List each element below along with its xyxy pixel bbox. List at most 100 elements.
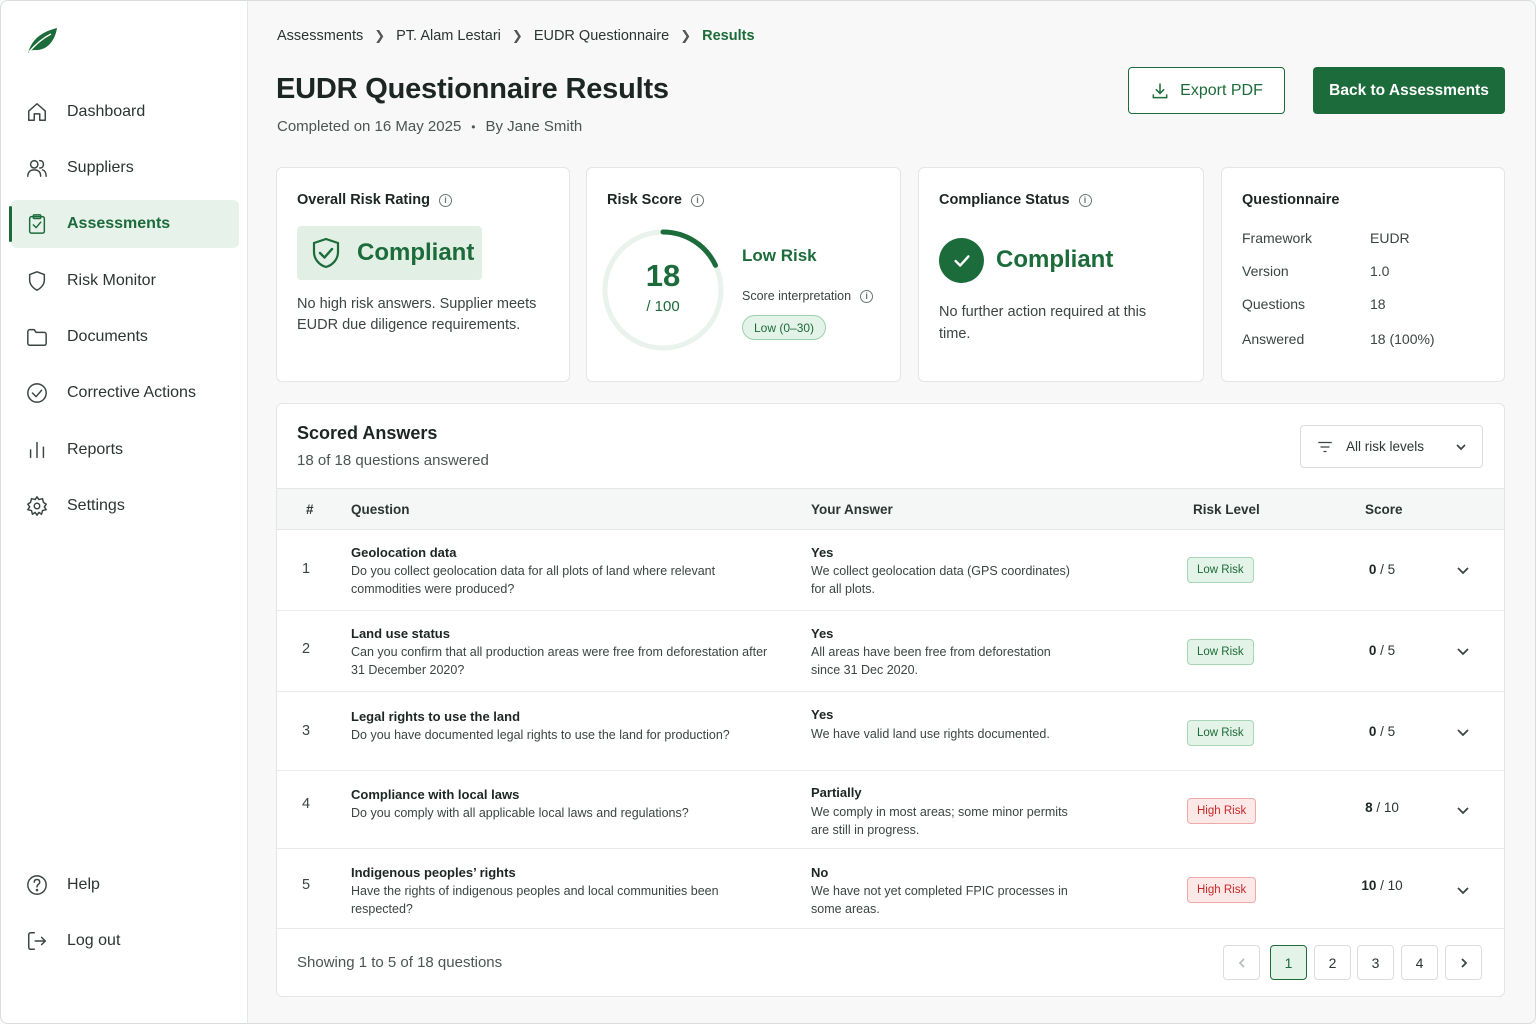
sidebar-item-settings[interactable]: Settings (11, 482, 239, 530)
row-value: 1.0 (1370, 263, 1390, 279)
score-max: / 5 (1376, 643, 1396, 658)
row-value: 18 (100%) (1370, 331, 1435, 347)
row-value: EUDR (1370, 230, 1410, 246)
info-icon[interactable]: i (1078, 193, 1092, 207)
score-cell: 10 / 10 (1337, 878, 1427, 893)
overall-risk-title: Overall Risk Rating i (297, 192, 452, 208)
table-row[interactable]: 2 Land use status Can you confirm that a… (277, 611, 1504, 692)
separator-dot: • (471, 119, 476, 134)
chevron-down-icon[interactable] (1456, 563, 1470, 577)
question-description: Have the rights of indigenous peoples an… (351, 884, 719, 916)
compliance-description: No further action required at this time. (939, 304, 1147, 342)
chevron-down-icon (1456, 443, 1466, 450)
home-icon (25, 100, 49, 124)
info-icon[interactable]: i (860, 289, 874, 303)
chevron-down-icon[interactable] (1456, 644, 1470, 658)
sidebar: Dashboard Suppliers Assessments Risk Mon… (1, 1, 248, 1023)
compliance-status-title: Compliance Status i (939, 192, 1092, 208)
info-icon[interactable]: i (438, 193, 452, 207)
sidebar-item-label: Corrective Actions (67, 384, 196, 401)
page-subtitle: Completed on 16 May 2025 • By Jane Smith (277, 118, 582, 135)
pagination-page-1[interactable]: 1 (1270, 945, 1307, 980)
question-description: Do you have documented legal rights to u… (351, 728, 730, 742)
overall-description: No high risk answers. Supplier meets EUD… (297, 296, 537, 333)
table-row[interactable]: 1 Geolocation data Do you collect geoloc… (277, 530, 1504, 611)
sidebar-item-documents[interactable]: Documents (11, 313, 239, 361)
score-cell: 0 / 5 (1337, 724, 1427, 739)
sidebar-item-logout[interactable]: Log out (11, 917, 239, 965)
score-value: 10 (1361, 878, 1377, 893)
chevron-down-icon[interactable] (1456, 803, 1470, 817)
column-header-risk-level: Risk Level (1193, 502, 1260, 517)
download-icon (1152, 83, 1168, 98)
table-row[interactable]: 3 Legal rights to use the land Do you ha… (277, 692, 1504, 771)
column-header-question: Question (351, 502, 410, 517)
shield-check-icon (312, 237, 340, 269)
score-cell: 0 / 5 (1337, 562, 1427, 577)
pagination-page-2[interactable]: 2 (1314, 945, 1351, 980)
pagination-page-3[interactable]: 3 (1357, 945, 1394, 980)
help-icon (25, 873, 49, 897)
question-description: Do you comply with all applicable local … (351, 806, 689, 820)
row-key: Framework (1242, 230, 1313, 246)
overall-status: Compliant (357, 239, 475, 266)
completed-date: Completed on 16 May 2025 (277, 118, 462, 135)
page-title: EUDR Questionnaire Results (276, 73, 669, 105)
clipboard-check-icon (25, 212, 49, 236)
export-pdf-button[interactable]: Export PDF (1128, 67, 1285, 114)
breadcrumb: Assessments ❯ PT. Alam Lestari ❯ EUDR Qu… (277, 28, 755, 44)
risk-badge: High Risk (1187, 877, 1257, 903)
chevron-down-icon[interactable] (1456, 883, 1470, 897)
sidebar-item-label: Assessments (67, 215, 171, 232)
export-pdf-label: Export PDF (1180, 81, 1263, 99)
row-key: Answered (1242, 331, 1305, 347)
score-value: 8 (1365, 800, 1373, 815)
answer-description: All areas have been free from deforestat… (811, 645, 1051, 677)
answer-description: We comply in most areas; some minor perm… (811, 805, 1068, 837)
score-cell: 0 / 5 (1337, 643, 1427, 658)
overall-risk-card: Overall Risk Rating i Compliant No high … (276, 167, 570, 382)
risk-level-filter[interactable]: All risk levels (1300, 425, 1483, 468)
pagination-prev-button[interactable] (1223, 945, 1260, 980)
sidebar-item-suppliers[interactable]: Suppliers (11, 144, 239, 192)
chevron-down-icon[interactable] (1456, 725, 1470, 739)
sidebar-item-risk-monitor[interactable]: Risk Monitor (11, 257, 239, 305)
table-header: # Question Your Answer Risk Level Score (277, 488, 1504, 530)
card-title-text: Overall Risk Rating (297, 192, 430, 208)
risk-badge: Low Risk (1187, 639, 1254, 665)
breadcrumb-assessments[interactable]: Assessments (277, 28, 363, 44)
sidebar-item-corrective-actions[interactable]: Corrective Actions (11, 369, 239, 417)
questionnaire-title: Questionnaire (1242, 192, 1340, 208)
row-number: 3 (302, 723, 311, 739)
table-row[interactable]: 5 Indigenous peoples’ rights Have the ri… (277, 849, 1504, 929)
check-circle-icon (25, 381, 49, 405)
sidebar-item-label: Help (67, 876, 100, 893)
sidebar-item-label: Reports (67, 441, 124, 458)
info-icon[interactable]: i (690, 193, 704, 207)
questionnaire-card: Questionnaire Framework EUDR Version 1.0… (1221, 167, 1505, 382)
answer-description: We collect geolocation data (GPS coordin… (811, 564, 1070, 596)
score-range-pill: Low (0–30) (742, 315, 827, 340)
sidebar-item-reports[interactable]: Reports (11, 426, 239, 474)
sidebar-item-label: Log out (67, 932, 121, 949)
compliance-status: Compliant (996, 246, 1114, 273)
question-description: Do you collect geolocation data for all … (351, 564, 716, 596)
answer-value: Partially (811, 785, 862, 800)
sidebar-item-label: Suppliers (67, 159, 134, 176)
breadcrumb-supplier[interactable]: PT. Alam Lestari (396, 28, 501, 44)
sidebar-item-dashboard[interactable]: Dashboard (11, 88, 239, 136)
compliance-status-card: Compliance Status i Compliant No further… (918, 167, 1204, 382)
breadcrumb-questionnaire[interactable]: EUDR Questionnaire (534, 28, 669, 44)
pagination-page-4[interactable]: 4 (1401, 945, 1438, 980)
breadcrumb-current: Results (702, 28, 755, 44)
leaf-icon[interactable] (25, 25, 59, 55)
score-max: / 10 (1376, 878, 1403, 893)
sidebar-item-help[interactable]: Help (11, 861, 239, 909)
question-title: Geolocation data (351, 545, 457, 560)
back-to-assessments-button[interactable]: Back to Assessments (1313, 67, 1505, 114)
sidebar-item-label: Dashboard (67, 103, 146, 120)
table-row[interactable]: 4 Compliance with local laws Do you comp… (277, 771, 1504, 849)
sidebar-item-assessments[interactable]: Assessments (9, 200, 239, 248)
pagination-next-button[interactable] (1445, 945, 1482, 980)
answer-value: Yes (811, 626, 834, 641)
